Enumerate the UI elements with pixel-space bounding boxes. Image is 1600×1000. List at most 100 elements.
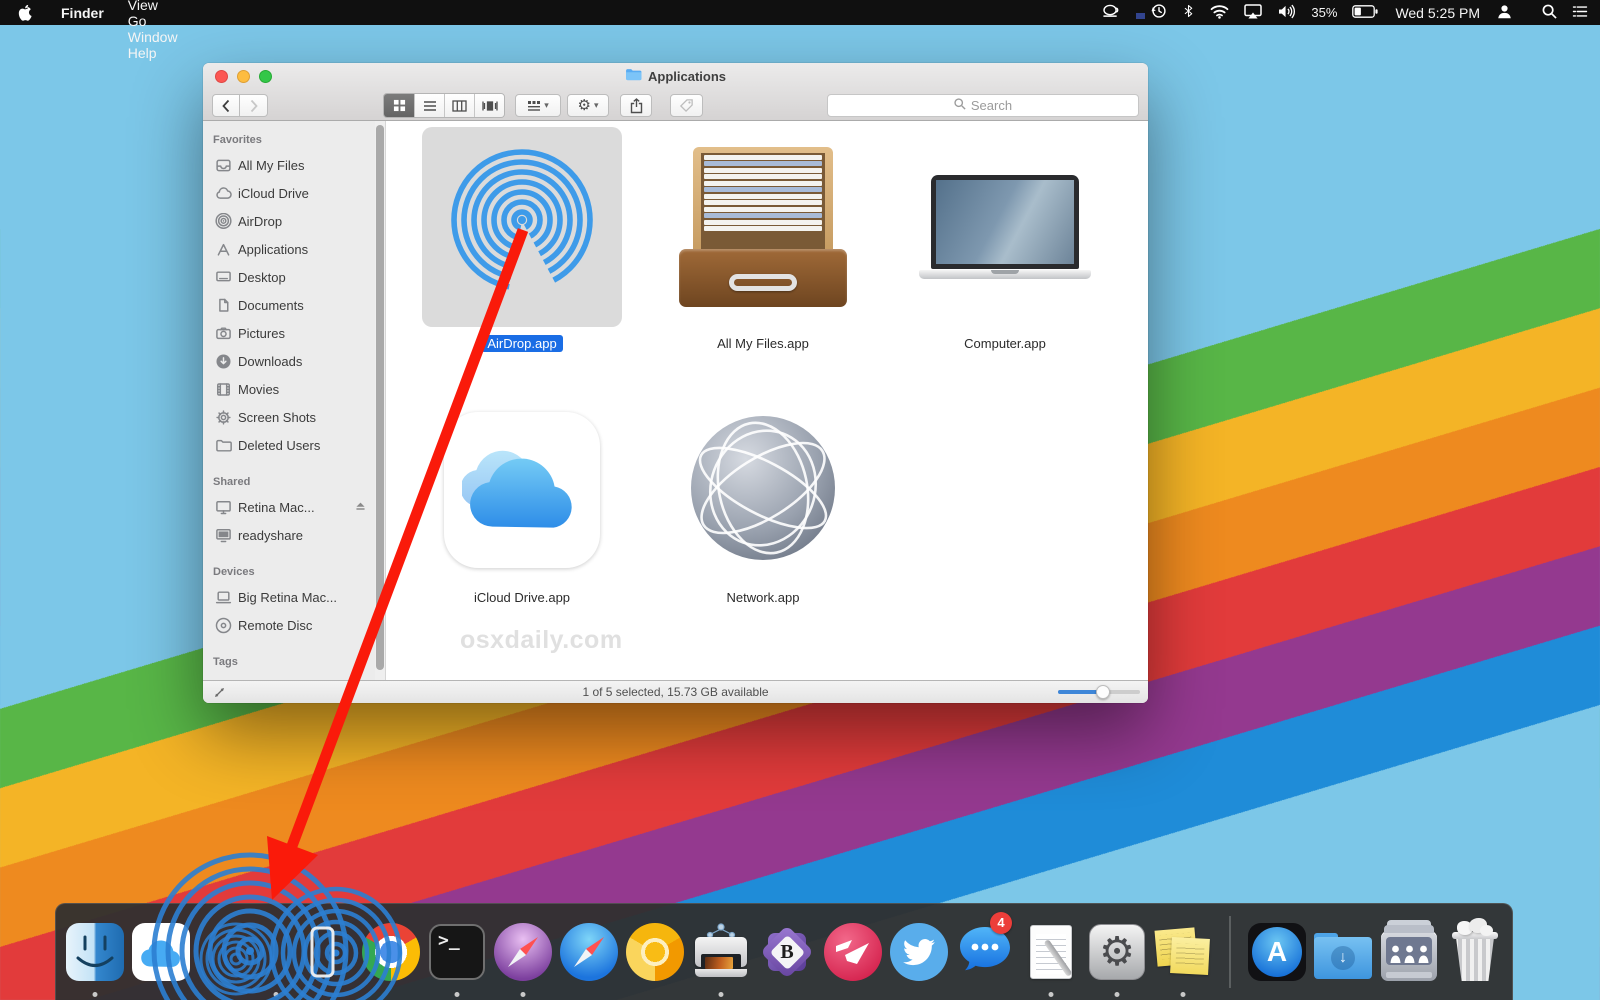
sidebar-item-big-retina-mac[interactable]: Big Retina Mac... [203,583,375,611]
app-item-airdrop-app[interactable]: AirDrop.app [412,127,632,352]
sidebar-item-pictures[interactable]: Pictures [203,319,375,347]
dock-safari-icon [560,923,618,981]
menu-clock[interactable]: Wed 5:25 PM [1395,5,1480,21]
bluetooth-icon [1182,3,1195,22]
back-button[interactable] [212,94,240,117]
sidebar-item-applications[interactable]: Applications [203,235,375,263]
view-grid-button[interactable] [384,94,414,117]
eject-icon[interactable] [354,499,367,515]
tag-button[interactable] [670,94,703,117]
sidebar-section-shared: SharedRetina Mac...readyshare [203,471,375,549]
airplay-menu-extra[interactable] [1244,4,1262,22]
sidebar-item-retina-mac[interactable]: Retina Mac... [203,493,375,521]
dock-item-textedit[interactable] [1018,904,1084,1000]
app-item-computer-app[interactable]: Computer.app [895,127,1115,352]
dock-item-downloads-folder[interactable]: ↓ [1310,904,1376,1000]
sidebar-item-osxdaily-com[interactable]: OSXDaily.com [203,673,375,680]
view-coverflow-button[interactable] [474,94,504,117]
menu-go[interactable]: Go [117,13,189,29]
sidebar-item-movies[interactable]: Movies [203,375,375,403]
dock-item-file-server[interactable] [1376,904,1442,1000]
scrollbar-thumb[interactable] [376,125,384,670]
menu-app-name[interactable]: Finder [48,0,117,25]
view-list-button[interactable] [414,94,444,117]
share-button[interactable] [620,94,652,117]
menu-help[interactable]: Help [117,45,189,61]
sidebar-item-icloud-drive[interactable]: iCloud Drive [203,179,375,207]
dock-item-twitter[interactable] [886,904,952,1000]
airplay-icon [1244,4,1262,22]
sidebar-item-label: Big Retina Mac... [238,590,337,605]
dock-item-stickies[interactable] [1150,904,1216,1000]
search-input[interactable]: Search [827,94,1139,117]
dock-item-bbedit[interactable]: B [754,904,820,1000]
sidebar-item-desktop[interactable]: Desktop [203,263,375,291]
slider-knob[interactable] [1096,685,1110,699]
display-icon [214,499,232,516]
dock-item-safari[interactable] [556,904,622,1000]
finder-window: Applications ▾ ⚙▾ Search FavoritesAl [203,63,1148,703]
action-gear-button[interactable]: ⚙▾ [567,94,609,117]
icon-size-slider[interactable] [1058,690,1140,694]
running-indicator [93,992,98,997]
sidebar-item-label: readyshare [238,528,303,543]
view-columns-button[interactable] [444,94,474,117]
battery-menu-extra[interactable] [1352,5,1378,21]
wifi-menu-extra[interactable] [1210,4,1229,22]
sidebar-item-documents[interactable]: Documents [203,291,375,319]
bluetooth-menu-extra[interactable] [1182,3,1195,22]
dock-item-trash-full[interactable] [1442,904,1508,1000]
app-item-all-my-files-app[interactable]: All My Files.app [653,127,873,352]
apple-menu[interactable] [0,4,48,21]
notification-center-menu-extra[interactable] [1572,5,1588,21]
app-item-network-app[interactable]: Network.app [653,399,873,606]
menu-view[interactable]: View [117,0,189,13]
disc-icon [214,617,232,634]
dock-item-messages[interactable]: 4 [952,904,1018,1000]
app-item-label: AirDrop.app [481,335,562,352]
status-text: 1 of 5 selected, 15.73 GB available [582,685,768,699]
section-header: Tags [203,651,375,673]
forward-button[interactable] [240,94,268,117]
dock-item-finder[interactable] [62,904,128,1000]
dock-item-chrome[interactable] [358,904,424,1000]
sidebar-item-readyshare[interactable]: readyshare [203,521,375,549]
dock-item-system-preferences[interactable]: ⚙ [1084,904,1150,1000]
window-header[interactable]: Applications ▾ ⚙▾ Search [203,63,1148,121]
sidebar-item-downloads[interactable]: Downloads [203,347,375,375]
sidebar-scrollbar[interactable] [375,121,386,680]
sidebar-item-remote-disc[interactable]: Remote Disc [203,611,375,639]
dock-item-safari-webkit[interactable] [490,904,556,1000]
toolbar: ▾ ⚙▾ Search [203,90,1148,121]
dock-separator [1229,916,1231,988]
arrange-button[interactable]: ▾ [515,94,561,117]
app-item-icloud-drive-app[interactable]: iCloud Drive.app [412,399,632,606]
dock-item-image-capture-tool[interactable] [688,904,754,1000]
window-title: Applications [203,63,1148,89]
dock-server-icon [1381,923,1437,981]
time-machine-menu-extra[interactable] [1151,3,1167,22]
sidebar-item-deleted-users[interactable]: Deleted Users [203,431,375,459]
caffeine-cup-menu-extra[interactable] [1101,4,1121,21]
menu-window[interactable]: Window [117,29,189,45]
running-indicator [1115,992,1120,997]
dock-item-skitch[interactable] [820,904,886,1000]
user-menu-extra[interactable] [1497,4,1512,22]
sidebar-item-airdrop[interactable]: AirDrop [203,207,375,235]
volume-menu-extra[interactable] [1277,4,1296,22]
dock-item-icloud-drive[interactable] [128,904,194,1000]
sidebar-item-screen-shots[interactable]: Screen Shots [203,403,375,431]
resize-icon[interactable] [213,686,226,702]
spotlight-menu-extra[interactable] [1542,4,1557,22]
sidebar-item-all-my-files[interactable]: All My Files [203,151,375,179]
display-dark-icon [214,527,232,544]
sidebar-item-label: Pictures [238,326,285,341]
dock-textedit-icon [1022,923,1080,981]
dock-item-app-store[interactable]: A [1244,904,1310,1000]
dock-item-terminal[interactable]: >_ [424,904,490,1000]
dock-item-chrome-canary[interactable] [622,904,688,1000]
computer-app-icon [919,175,1091,279]
folder-icon [625,68,642,84]
time-machine-icon [1151,3,1167,22]
sidebar-section-tags: TagsOSXDaily.com [203,651,375,680]
